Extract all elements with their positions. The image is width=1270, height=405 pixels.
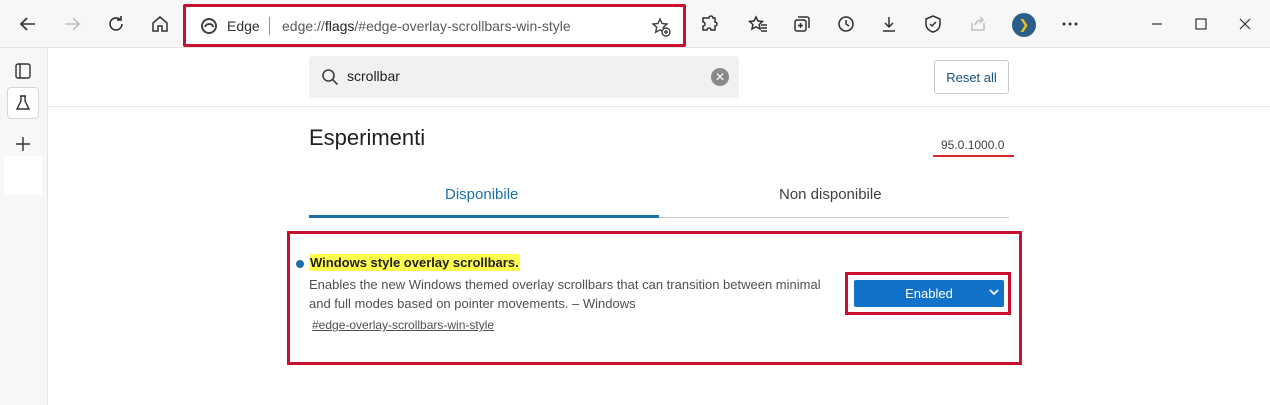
downloads-icon[interactable] xyxy=(873,8,905,40)
vertical-sidebar xyxy=(0,48,48,405)
refresh-icon[interactable] xyxy=(100,8,132,40)
version-label: 95.0.1000.0 xyxy=(941,138,1005,152)
address-bar[interactable]: Edge edge://flags/#edge-overlay-scrollba… xyxy=(183,4,686,47)
flags-tab-icon[interactable] xyxy=(7,87,39,119)
back-icon[interactable] xyxy=(12,8,44,40)
sidebar-blank-area xyxy=(4,156,42,195)
forward-icon[interactable] xyxy=(56,8,88,40)
search-input[interactable]: scrollbar xyxy=(347,68,400,84)
favorites-icon[interactable] xyxy=(742,8,774,40)
experiment-description: Enables the new Windows themed overlay s… xyxy=(309,277,821,311)
page-title: Esperimenti xyxy=(309,125,426,150)
experiment-state-dropdown[interactable]: Enabled xyxy=(854,280,1004,307)
search-icon xyxy=(322,69,339,86)
home-icon[interactable] xyxy=(144,8,176,40)
more-options-icon[interactable] xyxy=(1054,8,1086,40)
version-annotation-underline xyxy=(933,155,1014,157)
collections-icon[interactable] xyxy=(786,8,818,40)
header-divider xyxy=(48,106,1270,107)
clear-search-icon[interactable]: ✕ xyxy=(711,68,729,86)
extensions-icon[interactable] xyxy=(693,8,725,40)
address-separator xyxy=(269,17,270,35)
reset-all-button[interactable]: Reset all xyxy=(934,60,1009,94)
profile-avatar[interactable]: ❯ xyxy=(1012,13,1036,37)
history-icon[interactable] xyxy=(830,8,862,40)
minimize-icon[interactable] xyxy=(1141,8,1173,40)
edge-logo-icon xyxy=(201,18,217,34)
maximize-icon[interactable] xyxy=(1185,8,1217,40)
tab-selected-indicator xyxy=(309,215,659,218)
browser-toolbar: Edge edge://flags/#edge-overlay-scrollba… xyxy=(0,0,1270,48)
experiment-title: Windows style overlay scrollbars. xyxy=(309,254,520,271)
site-label: Edge xyxy=(227,18,260,34)
add-favorite-icon[interactable] xyxy=(650,16,672,38)
flags-search-box[interactable]: scrollbar ✕ xyxy=(309,56,739,98)
experiment-permalink[interactable]: #edge-overlay-scrollbars-win-style xyxy=(312,318,494,332)
tab-actions-icon[interactable] xyxy=(7,55,39,87)
url-text: edge://flags/#edge-overlay-scrollbars-wi… xyxy=(282,18,571,34)
browser-essentials-icon[interactable] xyxy=(917,8,949,40)
share-icon[interactable] xyxy=(962,8,994,40)
tab-unavailable[interactable]: Non disponibile xyxy=(779,186,882,203)
chevron-down-icon xyxy=(989,289,999,296)
profile-avatar-glyph: ❯ xyxy=(1018,17,1030,32)
experiment-modified-dot xyxy=(296,260,304,268)
dropdown-selected-value: Enabled xyxy=(905,286,953,301)
close-window-icon[interactable] xyxy=(1229,8,1261,40)
tab-available[interactable]: Disponibile xyxy=(445,186,518,203)
